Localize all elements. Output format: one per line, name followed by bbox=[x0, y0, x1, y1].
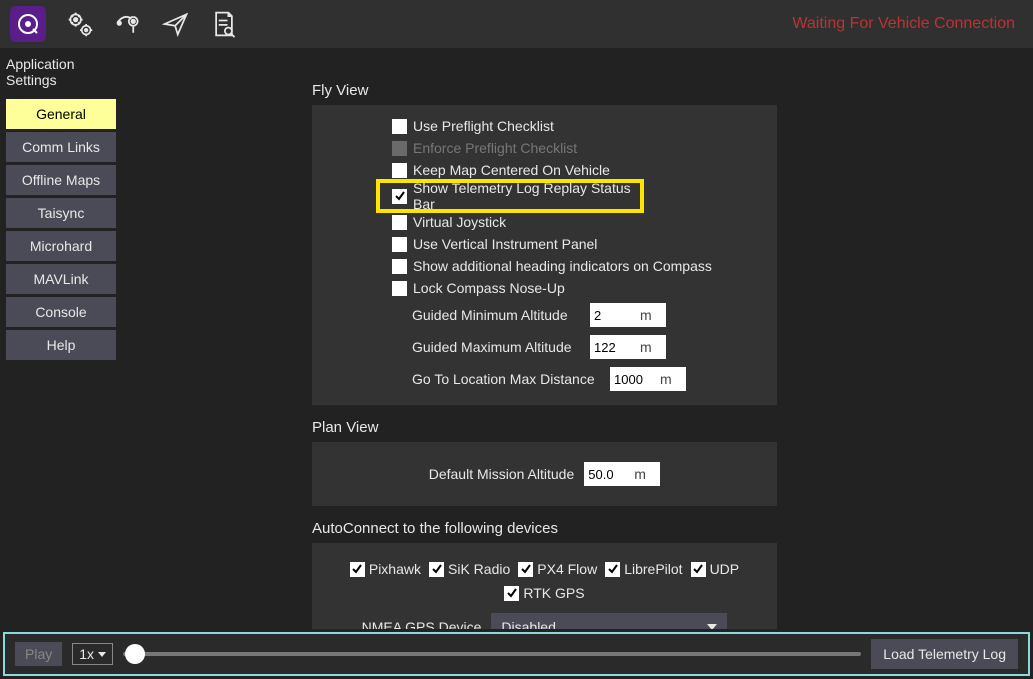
ac-pixhawk[interactable]: Pixhawk bbox=[350, 561, 421, 577]
checkbox-icon[interactable] bbox=[605, 562, 620, 577]
check-label: LibrePilot bbox=[624, 561, 682, 577]
checkbox-icon[interactable] bbox=[518, 562, 533, 577]
check-keep-centered[interactable]: Keep Map Centered On Vehicle bbox=[312, 159, 777, 181]
sidebar-item-microhard[interactable]: Microhard bbox=[6, 231, 116, 261]
connection-status: Waiting For Vehicle Connection bbox=[792, 15, 1023, 33]
field-label: Default Mission Altitude bbox=[429, 466, 575, 482]
ac-udp[interactable]: UDP bbox=[691, 561, 740, 577]
telemetry-replay-bar: Play 1x Load Telemetry Log bbox=[3, 632, 1030, 676]
ac-sik-radio[interactable]: SiK Radio bbox=[429, 561, 510, 577]
check-label: Enforce Preflight Checklist bbox=[413, 140, 577, 156]
speed-value: 1x bbox=[79, 646, 94, 662]
checkbox-icon[interactable] bbox=[392, 163, 407, 178]
mission-altitude-input[interactable] bbox=[584, 463, 634, 485]
unit-label: m bbox=[660, 371, 680, 387]
ac-librepilot[interactable]: LibrePilot bbox=[605, 561, 682, 577]
checkbox-icon[interactable] bbox=[392, 281, 407, 296]
settings-main: Fly View Use Preflight Checklist Enforce… bbox=[122, 48, 1033, 629]
waypoint-pin-icon[interactable] bbox=[114, 10, 142, 38]
min-altitude-input[interactable] bbox=[590, 304, 640, 326]
row-nmea-device: NMEA GPS Device Disabled bbox=[312, 609, 777, 629]
check-label: RTK GPS bbox=[523, 585, 584, 601]
check-label: Show additional heading indicators on Co… bbox=[413, 258, 712, 274]
checkbox-icon[interactable] bbox=[429, 562, 444, 577]
check-label: Lock Compass Nose-Up bbox=[413, 280, 565, 296]
check-label: Virtual Joystick bbox=[413, 214, 506, 230]
check-virtual-joystick[interactable]: Virtual Joystick bbox=[312, 211, 777, 233]
check-label: PX4 Flow bbox=[537, 561, 597, 577]
chevron-down-icon bbox=[707, 624, 717, 629]
ac-px4-flow[interactable]: PX4 Flow bbox=[518, 561, 597, 577]
sidebar-item-taisync[interactable]: Taisync bbox=[6, 198, 116, 228]
checkbox-icon[interactable] bbox=[691, 562, 706, 577]
checkbox-icon[interactable] bbox=[392, 189, 407, 204]
sidebar-title: Application Settings bbox=[0, 52, 122, 96]
check-lock-compass[interactable]: Lock Compass Nose-Up bbox=[312, 277, 777, 299]
flyview-title: Fly View bbox=[312, 82, 1033, 99]
check-label: Show Telemetry Log Replay Status Bar bbox=[413, 180, 642, 212]
chevron-down-icon bbox=[98, 652, 106, 657]
sidebar-item-general[interactable]: General bbox=[6, 99, 116, 129]
nmea-device-select[interactable]: Disabled bbox=[491, 613, 727, 629]
app-logo-icon[interactable] bbox=[10, 6, 46, 42]
checkbox-icon[interactable] bbox=[392, 259, 407, 274]
field-label: NMEA GPS Device bbox=[362, 619, 482, 629]
check-enforce-preflight: Enforce Preflight Checklist bbox=[312, 137, 777, 159]
play-button[interactable]: Play bbox=[15, 642, 62, 666]
sidebar-item-help[interactable]: Help bbox=[6, 330, 116, 360]
row-goto-distance: Go To Location Max Distance m bbox=[312, 363, 777, 395]
checkbox-icon[interactable] bbox=[392, 237, 407, 252]
check-label: Keep Map Centered On Vehicle bbox=[413, 162, 610, 178]
planview-panel: Default Mission Altitude m bbox=[312, 442, 777, 506]
autoconnect-panel: Pixhawk SiK Radio PX4 Flow LibrePilot UD… bbox=[312, 543, 777, 629]
sidebar-item-comm-links[interactable]: Comm Links bbox=[6, 132, 116, 162]
max-altitude-input[interactable] bbox=[590, 336, 640, 358]
field-label: Guided Minimum Altitude bbox=[412, 307, 582, 323]
load-telemetry-button[interactable]: Load Telemetry Log bbox=[871, 639, 1018, 669]
unit-label: m bbox=[640, 339, 660, 355]
unit-label: m bbox=[640, 307, 660, 323]
autoconnect-checks: Pixhawk SiK Radio PX4 Flow LibrePilot UD… bbox=[312, 553, 777, 609]
check-label: UDP bbox=[710, 561, 740, 577]
check-preflight[interactable]: Use Preflight Checklist bbox=[312, 115, 777, 137]
sidebar-item-console[interactable]: Console bbox=[6, 297, 116, 327]
check-label: Pixhawk bbox=[369, 561, 421, 577]
checkbox-icon[interactable] bbox=[350, 562, 365, 577]
checkbox-icon[interactable] bbox=[504, 586, 519, 601]
select-value: Disabled bbox=[501, 619, 555, 629]
sidebar-item-mavlink[interactable]: MAVLink bbox=[6, 264, 116, 294]
field-label: Guided Maximum Altitude bbox=[412, 339, 582, 355]
flyview-panel: Use Preflight Checklist Enforce Prefligh… bbox=[312, 105, 777, 405]
send-plane-icon[interactable] bbox=[162, 10, 190, 38]
check-telemetry-replay-bar[interactable]: Show Telemetry Log Replay Status Bar bbox=[378, 181, 642, 211]
unit-label: m bbox=[634, 466, 654, 482]
sidebar-item-offline-maps[interactable]: Offline Maps bbox=[6, 165, 116, 195]
check-vertical-panel[interactable]: Use Vertical Instrument Panel bbox=[312, 233, 777, 255]
checkbox-icon[interactable] bbox=[392, 215, 407, 230]
ac-rtk-gps[interactable]: RTK GPS bbox=[504, 585, 584, 601]
check-label: Use Vertical Instrument Panel bbox=[413, 236, 597, 252]
row-mission-altitude: Default Mission Altitude m bbox=[312, 452, 777, 496]
check-label: SiK Radio bbox=[448, 561, 510, 577]
check-label: Use Preflight Checklist bbox=[413, 118, 554, 134]
checkbox-icon bbox=[392, 141, 407, 156]
analyze-doc-icon[interactable] bbox=[210, 10, 238, 38]
slider-thumb[interactable] bbox=[125, 644, 145, 664]
goto-distance-input[interactable] bbox=[610, 368, 660, 390]
row-min-altitude: Guided Minimum Altitude m bbox=[312, 299, 777, 331]
check-heading-indicators[interactable]: Show additional heading indicators on Co… bbox=[312, 255, 777, 277]
top-toolbar: Waiting For Vehicle Connection bbox=[0, 0, 1033, 48]
playback-speed-select[interactable]: 1x bbox=[72, 643, 113, 665]
replay-slider[interactable] bbox=[123, 652, 861, 656]
row-max-altitude: Guided Maximum Altitude m bbox=[312, 331, 777, 363]
autoconnect-title: AutoConnect to the following devices bbox=[312, 520, 1033, 537]
settings-sidebar: Application Settings General Comm Links … bbox=[0, 48, 122, 629]
field-label: Go To Location Max Distance bbox=[412, 371, 602, 387]
planview-title: Plan View bbox=[312, 419, 1033, 436]
checkbox-icon[interactable] bbox=[392, 119, 407, 134]
settings-gears-icon[interactable] bbox=[66, 10, 94, 38]
